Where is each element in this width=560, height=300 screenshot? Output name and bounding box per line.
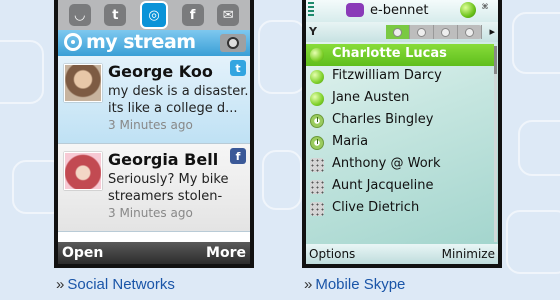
post-timestamp: 3 Minutes ago [108,206,193,220]
contact-name: Jane Austen [332,90,410,105]
mobile-skype-link[interactable]: Mobile Skype [315,276,405,293]
phone-contact-icon [310,180,324,194]
contact-name: Charles Bingley [332,112,434,127]
softkey-bar: Open More [58,242,250,264]
signal-strength-icon [308,2,314,18]
background-square [258,20,306,94]
contact-name: Maria [332,134,369,149]
contact-item[interactable]: Fitzwilliam Darcy [306,66,494,88]
tab-chats[interactable] [434,25,458,39]
rss-icon[interactable]: ◡ [68,4,91,26]
skype-status-bar: e-bennet ⌘ [306,0,498,22]
caption-marker: » [304,276,313,293]
minimize-softkey[interactable]: Minimize [442,247,495,261]
skype-tab-bar: Y ▸ [306,22,498,42]
next-tab-arrow-icon[interactable]: ▸ [489,25,495,38]
twitter-icon: t [230,60,246,76]
background-square [506,210,560,274]
stream-header: my stream [58,30,250,56]
network-icon-bar: ◡ t ◎ f ✉ [58,0,250,30]
menu-key-icon: ⌘ [482,2,489,13]
social-networks-link[interactable]: Social Networks [67,276,175,293]
phonebook-tab-icon [465,27,474,37]
tab-calls[interactable] [410,25,434,39]
contact-item[interactable]: Charles Bingley [306,110,494,132]
social-networks-caption: » Social Networks [56,276,175,293]
view-tabs [386,25,482,39]
background-square [0,40,44,104]
contact-list-scrollbar[interactable] [494,46,497,242]
away-status-icon [310,114,324,128]
open-softkey[interactable]: Open [62,245,103,261]
contact-name: Clive Dietrich [332,200,420,215]
contact-item[interactable]: Clive Dietrich [306,198,494,220]
skype-username: e-bennet [370,3,429,18]
tab-contacts[interactable] [386,25,410,39]
phone-contact-icon [310,202,324,216]
post-author: Georgia Bell [108,150,219,169]
contact-name: Anthony @ Work [332,156,441,171]
facebook-icon: f [230,148,246,164]
post-text-line: streamers stolen- [108,189,223,204]
mystream-logo-icon [64,33,82,51]
online-status-icon [310,70,324,84]
avatar [64,64,102,102]
post-timestamp: 3 Minutes ago [108,118,193,132]
user-icon [346,3,364,17]
avatar [64,152,102,190]
social-stream-screen: ◡ t ◎ f ✉ my stream t George Koo my desk… [58,0,250,264]
mobile-skype-caption: » Mobile Skype [304,276,405,293]
online-status-icon [310,48,324,62]
away-status-icon [310,136,324,150]
tab-phonebook[interactable] [458,25,482,39]
options-softkey[interactable]: Options [309,247,355,261]
facebook-icon[interactable]: f [181,4,204,26]
camera-icon [227,37,239,49]
antenna-icon: Y [309,25,317,38]
phone-contact-icon [310,158,324,172]
contact-list: Charlotte Lucas Fitzwilliam Darcy Jane A… [306,42,498,220]
social-networks-phone: ◡ t ◎ f ✉ my stream t George Koo my desk… [54,0,254,268]
contacts-tab-icon [393,27,402,37]
background-square [262,150,302,210]
more-softkey[interactable]: More [206,245,246,261]
stream-post[interactable]: f Georgia Bell Seriously? My bike stream… [58,144,250,232]
contact-item[interactable]: Charlotte Lucas [306,44,494,66]
scrollbar-thumb[interactable] [494,46,497,74]
mobile-skype-phone: e-bennet ⌘ Y ▸ Charlotte Lucas Fitzwilli… [302,0,502,268]
twitter-icon[interactable]: t [104,4,127,26]
contact-item[interactable]: Jane Austen [306,88,494,110]
contact-name: Charlotte Lucas [332,46,447,61]
post-author: George Koo [108,62,213,81]
online-status-icon [310,92,324,106]
camera-button[interactable] [220,34,246,52]
contact-name: Aunt Jacqueline [332,178,434,193]
post-text-line: Seriously? My bike [108,172,229,187]
background-square [512,12,560,74]
stream-post[interactable]: t George Koo my desk is a disaster. its … [58,56,250,144]
chats-tab-icon [441,27,450,37]
online-status-icon[interactable] [460,2,476,18]
softkey-bar: Options Minimize [306,244,498,264]
caption-marker: » [56,276,65,293]
contact-item[interactable]: Anthony @ Work [306,154,494,176]
post-text-line: its like a college d... [108,101,238,116]
contact-name: Fitzwilliam Darcy [332,68,442,83]
post-text-line: my desk is a disaster. [108,84,249,99]
background-square [518,120,560,176]
contact-item[interactable]: Maria [306,132,494,154]
skype-contacts-screen: e-bennet ⌘ Y ▸ Charlotte Lucas Fitzwilli… [306,0,498,264]
stream-title: my stream [86,31,196,53]
calls-tab-icon [417,27,426,37]
mystream-icon[interactable]: ◎ [139,1,168,29]
mail-icon[interactable]: ✉ [217,4,240,26]
contact-item[interactable]: Aunt Jacqueline [306,176,494,198]
